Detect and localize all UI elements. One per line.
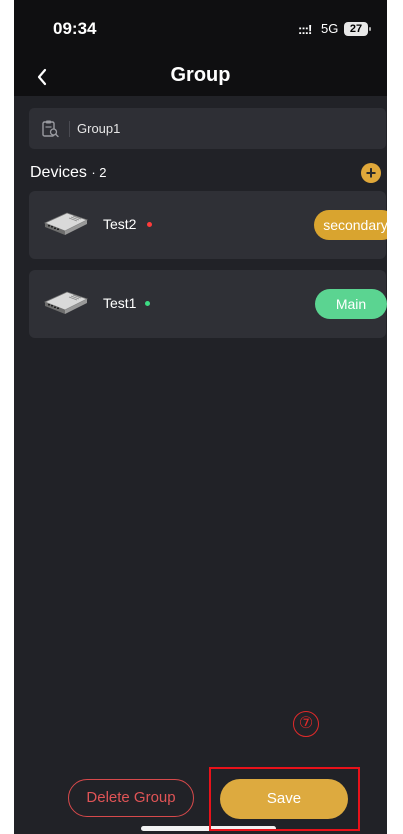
router-device-icon — [43, 291, 89, 314]
highlight-box-annotation — [209, 767, 360, 831]
status-dot — [145, 301, 150, 306]
device-name: Test2 — [103, 216, 137, 232]
device-card[interactable]: Test2 secondary — [29, 191, 387, 259]
role-badge: secondary — [314, 210, 387, 240]
devices-label-text: Devices — [30, 164, 87, 181]
delete-group-button[interactable]: Delete Group — [68, 779, 194, 817]
add-device-button[interactable]: + — [361, 163, 381, 183]
router-device-icon — [43, 212, 89, 235]
step-number-annotation: ⑦ — [293, 711, 319, 737]
nav-bar: Group — [14, 58, 387, 96]
search-document-icon — [42, 120, 59, 138]
devices-count: · 2 — [91, 165, 107, 180]
role-badge: Main — [315, 289, 387, 319]
field-divider — [69, 121, 70, 137]
device-name: Test1 — [103, 295, 137, 311]
device-card[interactable]: Test1 Main — [29, 270, 387, 338]
signal-icon: :::! — [298, 22, 312, 37]
battery-icon: 27 — [344, 22, 371, 36]
status-time: 09:34 — [53, 19, 97, 38]
status-dot — [147, 222, 152, 227]
group-name-value: Group1 — [77, 121, 121, 136]
group-name-input[interactable]: Group1 — [29, 108, 386, 149]
network-type: 5G — [321, 21, 339, 36]
page-title: Group — [170, 64, 231, 86]
status-bar: 09:34 :::! 5G 27 — [14, 0, 387, 58]
devices-section-label: Devices · 2 — [30, 164, 107, 182]
phone-screen: 09:34 :::! 5G 27 Group Group1 Devices · … — [14, 0, 387, 834]
